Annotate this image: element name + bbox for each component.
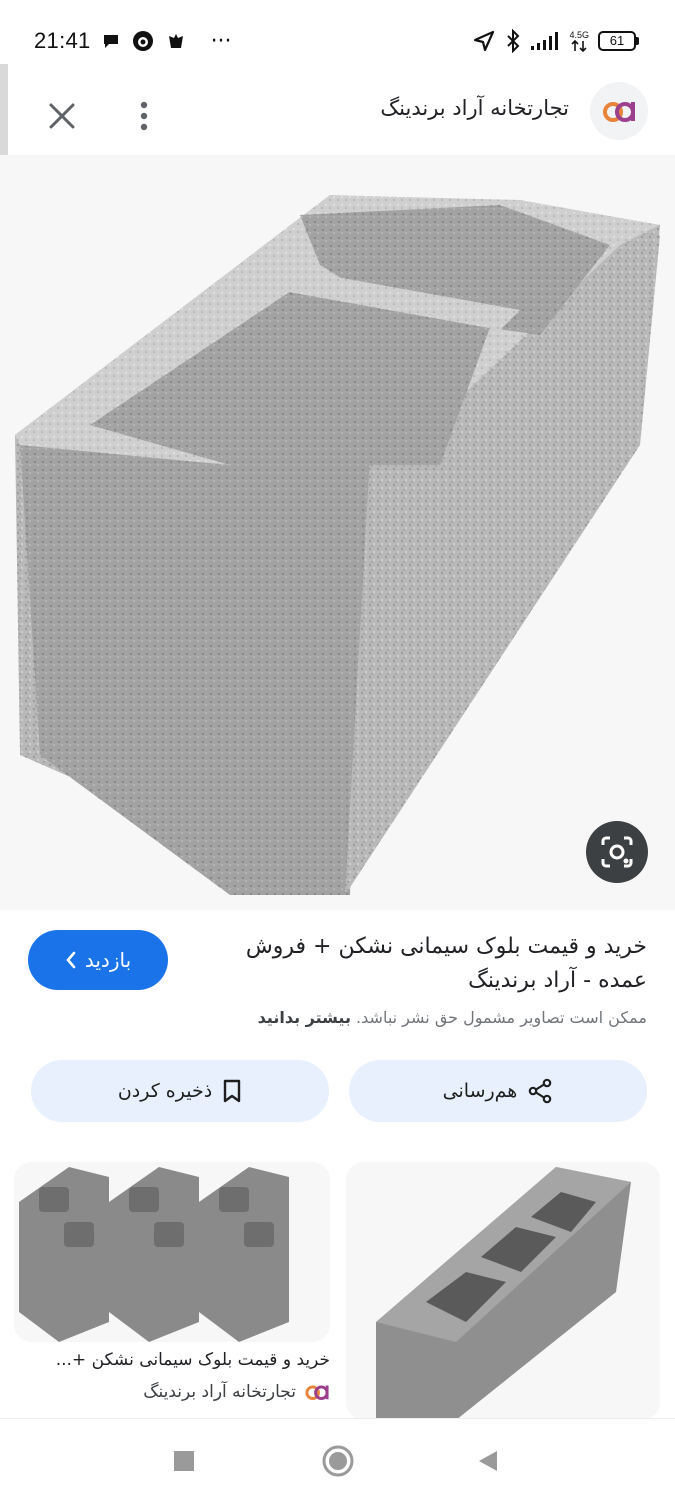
result-title: خرید و قیمت بلوک سیمانی نشکن + فروش عمده… [245,934,647,993]
system-nav-bar [0,1418,675,1500]
main-image[interactable] [0,155,675,910]
close-icon [49,103,75,129]
related-image-card[interactable] [14,1162,330,1342]
top-bar: تجارتخانه آراد برندینگ [0,82,675,152]
share-button[interactable]: هم‌رسانی [349,1060,647,1122]
back-button[interactable] [468,1441,508,1481]
save-button[interactable]: ذخیره کردن [31,1060,329,1122]
more-options-button[interactable] [122,92,166,140]
chevron-left-icon [66,951,76,969]
back-triangle-icon [479,1451,497,1471]
share-label: هم‌رسانی [442,1080,518,1102]
save-label: ذخیره کردن [117,1080,213,1102]
signal-icon [530,31,560,51]
share-icon [529,1078,552,1104]
related-source-label: تجارتخانه آراد برندینگ [143,1382,296,1402]
related-image [346,1162,660,1420]
related-image-card[interactable] [346,1162,660,1420]
square-icon [174,1451,194,1471]
concrete-block-image [15,195,660,895]
related-card-source: تجارتخانه آراد برندینگ [143,1382,330,1402]
visit-button[interactable]: بازدید [28,930,168,990]
network-type: 4.5G [569,29,589,40]
site-logo-icon [305,1385,329,1400]
lens-search-button[interactable] [586,821,648,883]
copyright-notice: ممکن است تصاویر مشمول حق نشر نباشد. بیشت… [258,1008,647,1027]
location-arrow-icon [472,29,496,53]
home-button[interactable] [318,1441,358,1481]
copyright-text: ممکن است تصاویر مشمول حق نشر نباشد. [356,1008,647,1027]
recents-button[interactable] [164,1441,204,1481]
bookmark-icon [223,1079,241,1103]
battery-level: 61 [598,31,636,51]
visit-label: بازدید [84,948,132,972]
close-button[interactable] [38,92,86,140]
source-site-title[interactable]: تجارتخانه آراد برندینگ [380,96,569,120]
learn-more-link[interactable]: بیشتر بدانید [258,1008,351,1027]
lens-icon [601,836,633,868]
chat-bubble-icon [101,31,121,51]
status-left: 21:41 ··· [34,28,232,54]
data-arrows-icon: 4.5G [569,29,589,52]
bluetooth-icon [505,29,521,53]
battery-icon: 61 [598,31,639,51]
more-vertical-icon [140,101,148,131]
notification-app-icon [131,29,155,53]
clock: 21:41 [34,28,91,53]
status-right: 4.5G 61 [472,29,639,53]
status-bar: 21:41 ··· 4.5G 61 [0,0,675,82]
notification-app-icon [165,30,187,52]
more-notifications-icon: ··· [210,28,232,54]
circle-icon [322,1445,354,1477]
site-logo-icon[interactable] [590,82,648,140]
related-card-title[interactable]: خرید و قیمت بلوک سیمانی نشکن +... [30,1350,330,1370]
related-image [14,1162,330,1342]
